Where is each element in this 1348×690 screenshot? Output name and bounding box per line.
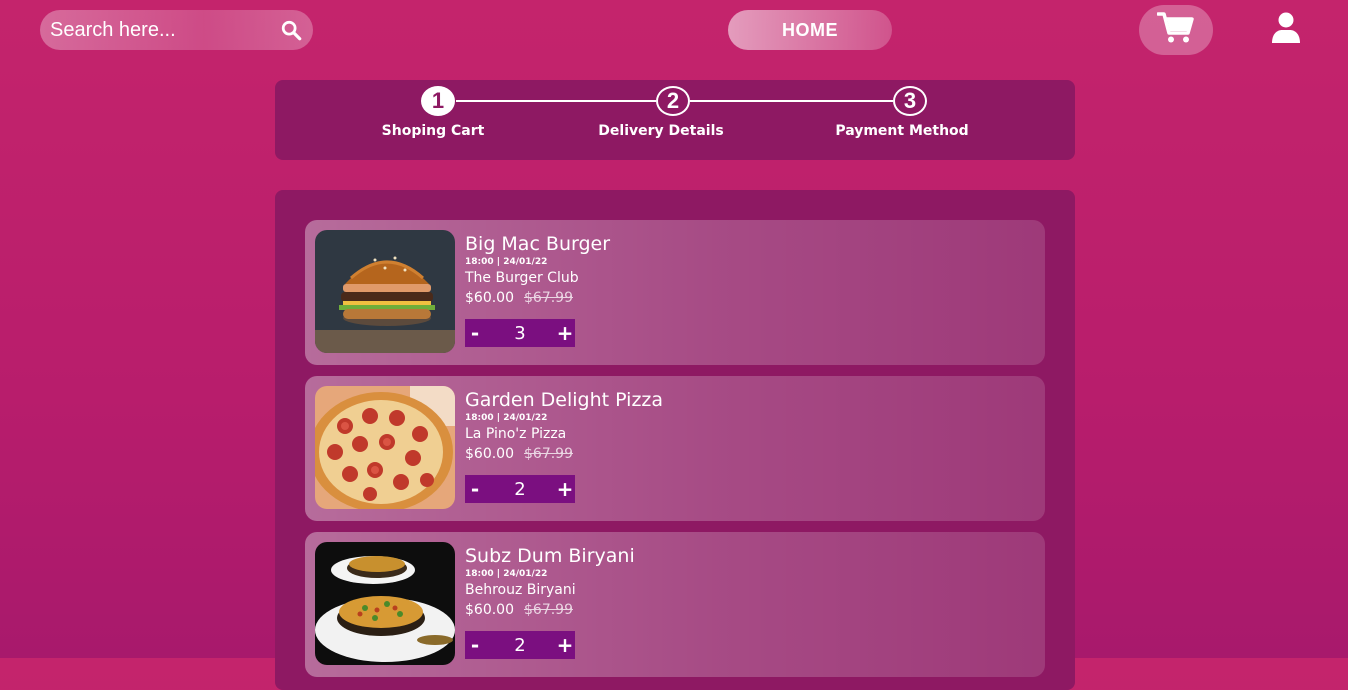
step-2-label: Delivery Details [598,123,724,139]
item-name[interactable]: Big Mac Burger [465,232,610,256]
quantity-stepper: - 2 + [465,475,575,503]
old-price: $67.99 [524,602,573,618]
item-price: $60.00 $67.99 [465,444,663,464]
item-price: $60.00 $67.99 [465,600,635,620]
item-restaurant: Behrouz Biryani [465,582,576,598]
biryani-image [315,542,455,665]
step-connector [456,100,656,102]
cart-button[interactable] [1139,5,1213,55]
old-price: $67.99 [524,446,573,462]
search-bar[interactable] [40,10,313,50]
step-3-circle[interactable]: 3 [893,86,927,116]
item-time: 18:00 | 24/01/22 [465,257,548,267]
cart-item: Garden Delight Pizza 18:00 | 24/01/22 La… [305,376,1045,521]
step-1-label: Shoping Cart [381,123,485,139]
search-icon[interactable] [279,18,303,42]
user-profile-button[interactable] [1270,12,1302,48]
quantity-value: 2 [514,634,526,656]
item-time: 18:00 | 24/01/22 [465,569,548,579]
cart-item: Big Mac Burger 18:00 | 24/01/22 The Burg… [305,220,1045,365]
step-3-label: Payment Method [835,123,969,139]
quantity-value: 3 [514,322,526,344]
user-icon [1271,12,1301,48]
cart-item: Subz Dum Biryani 18:00 | 24/01/22 Behrou… [305,532,1045,677]
current-price: $60.00 [465,290,514,306]
item-info: Subz Dum Biryani 18:00 | 24/01/22 Behrou… [465,544,635,620]
pizza-image [315,386,455,509]
step-2-circle[interactable]: 2 [656,86,690,116]
item-time: 18:00 | 24/01/22 [465,413,548,423]
item-restaurant: La Pino'z Pizza [465,426,567,442]
quantity-value: 2 [514,478,526,500]
increase-quantity-button[interactable]: + [555,319,575,347]
checkout-stepper: 1 2 3 Shoping Cart Delivery Details Paym… [275,80,1075,160]
item-info: Garden Delight Pizza 18:00 | 24/01/22 La… [465,388,663,464]
search-input[interactable] [50,18,279,42]
item-restaurant: The Burger Club [465,270,579,286]
cart-panel: Big Mac Burger 18:00 | 24/01/22 The Burg… [275,190,1075,690]
item-info: Big Mac Burger 18:00 | 24/01/22 The Burg… [465,232,610,308]
quantity-stepper: - 3 + [465,319,575,347]
decrease-quantity-button[interactable]: - [465,319,485,347]
decrease-quantity-button[interactable]: - [465,631,485,659]
home-button[interactable]: HOME [728,10,892,50]
step-connector [690,100,893,102]
decrease-quantity-button[interactable]: - [465,475,485,503]
increase-quantity-button[interactable]: + [555,631,575,659]
old-price: $67.99 [524,290,573,306]
item-name[interactable]: Garden Delight Pizza [465,388,663,412]
item-price: $60.00 $67.99 [465,288,610,308]
item-name[interactable]: Subz Dum Biryani [465,544,635,568]
quantity-stepper: - 2 + [465,631,575,659]
current-price: $60.00 [465,446,514,462]
current-price: $60.00 [465,602,514,618]
increase-quantity-button[interactable]: + [555,475,575,503]
shopping-cart-icon [1156,11,1195,49]
step-1-circle[interactable]: 1 [421,86,455,116]
burger-image [315,230,455,353]
